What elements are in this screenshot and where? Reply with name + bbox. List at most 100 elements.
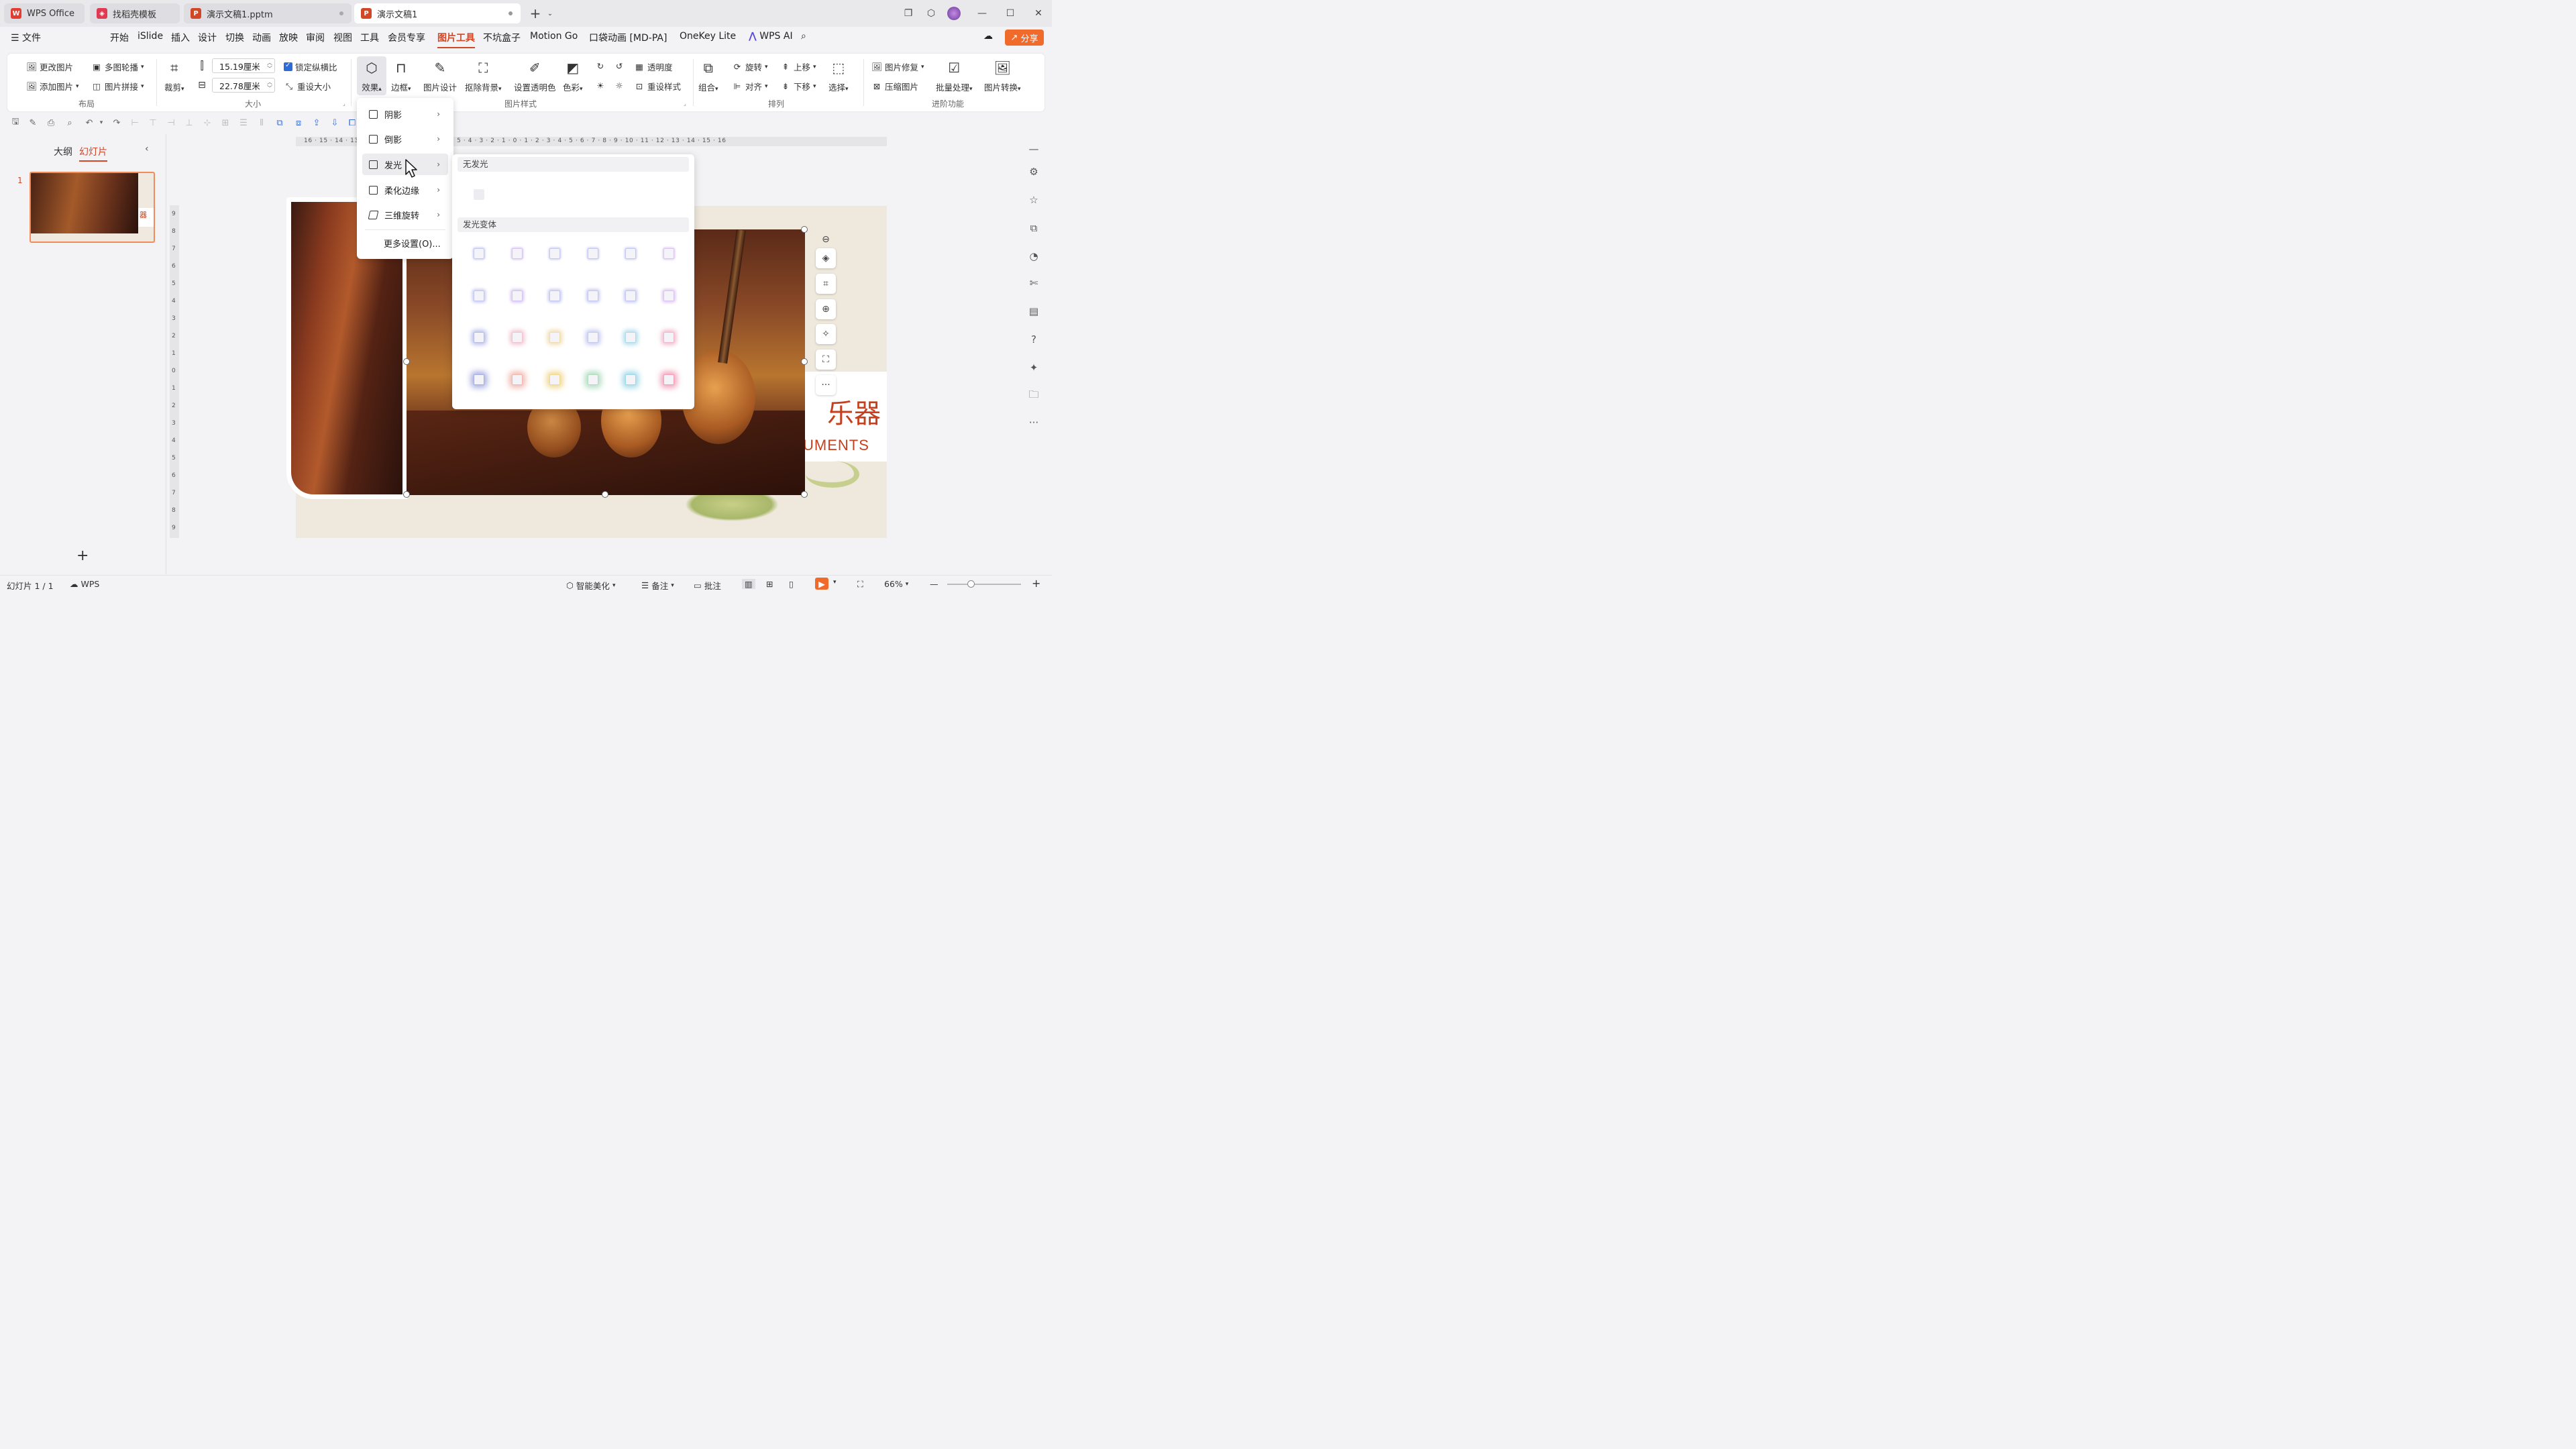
glow-variant-option[interactable] bbox=[511, 332, 523, 343]
share-button[interactable]: ↗ 分享 bbox=[1005, 30, 1044, 46]
align-middle-icon[interactable]: ⊞ bbox=[219, 117, 231, 129]
picture-design-button[interactable]: ✎ 图片设计 bbox=[423, 59, 457, 93]
glow-variant-option[interactable] bbox=[474, 374, 484, 385]
glow-variant-option[interactable] bbox=[587, 290, 598, 301]
menu-pocket-animation[interactable]: 口袋动画 [MD-PA] bbox=[589, 31, 667, 44]
dialog-launcher-icon[interactable]: ⌟ bbox=[343, 101, 345, 107]
book-icon[interactable]: ▤ bbox=[1027, 305, 1040, 318]
batch-process-button[interactable]: ☑ 批量处理▾ bbox=[936, 59, 973, 93]
menu-insert[interactable]: 插入 bbox=[171, 31, 190, 44]
menu-home[interactable]: 开始 bbox=[110, 31, 129, 44]
picture-repair-button[interactable]: 🖼 图片修复 ▾ bbox=[871, 60, 924, 73]
no-glow-option[interactable] bbox=[474, 189, 484, 200]
more-icon[interactable]: ··· bbox=[1027, 416, 1040, 429]
lock-ratio-checkbox[interactable]: 锁定纵横比 bbox=[284, 60, 337, 73]
window-layout-icon[interactable]: ❐ bbox=[900, 5, 916, 21]
menu-view[interactable]: 视图 bbox=[333, 31, 352, 44]
ungroup-objects-icon[interactable]: ⧈ bbox=[292, 117, 305, 129]
rotate-left-icon[interactable]: ↺ bbox=[614, 60, 625, 71]
combine-button[interactable]: ⧉ 组合▾ bbox=[698, 59, 718, 93]
settings-sliders-icon[interactable]: ⚙ bbox=[1027, 165, 1040, 178]
zoom-in-icon[interactable]: ⊕ bbox=[816, 299, 836, 319]
fit-window-icon[interactable]: ⛶ bbox=[857, 579, 863, 590]
resize-handle[interactable] bbox=[801, 491, 808, 498]
glow-variant-option[interactable] bbox=[549, 374, 560, 385]
glow-variant-option[interactable] bbox=[549, 248, 560, 259]
align-left-icon[interactable]: ⊢ bbox=[129, 117, 141, 129]
align-right-icon[interactable]: ⊣ bbox=[165, 117, 177, 129]
slide-thumbnail[interactable]: 器 bbox=[30, 172, 155, 243]
chevron-down-icon[interactable]: ▾ bbox=[833, 579, 837, 586]
menu-animation[interactable]: 动画 bbox=[252, 31, 271, 44]
move-down-button[interactable]: ⇟ 下移 ▾ bbox=[780, 80, 816, 93]
minimize-panel-icon[interactable]: — bbox=[1027, 142, 1040, 156]
zoom-in-icon[interactable]: + bbox=[1032, 577, 1040, 590]
new-tab-icon[interactable]: + bbox=[527, 5, 543, 21]
align-top-icon[interactable]: ⊤ bbox=[147, 117, 159, 129]
crop-button[interactable]: ⌗ 裁剪▾ bbox=[164, 59, 184, 93]
menu-picture-tools[interactable]: 图片工具 bbox=[437, 31, 475, 48]
zoom-slider[interactable] bbox=[947, 580, 1021, 588]
send-to-back-icon[interactable]: ⇩ bbox=[329, 117, 341, 129]
star-icon[interactable]: ☆ bbox=[1027, 193, 1040, 207]
reset-style-button[interactable]: ⊡ 重设样式 bbox=[634, 80, 681, 93]
width-field[interactable]: 15.19厘米 ︿ ﹀ bbox=[212, 58, 275, 73]
glow-variant-option[interactable] bbox=[625, 374, 636, 385]
menu-islide[interactable]: iSlide bbox=[138, 31, 163, 42]
reading-view-icon[interactable]: ▯ bbox=[789, 579, 794, 589]
help-icon[interactable]: ? bbox=[1027, 333, 1040, 346]
print-preview-icon[interactable]: ⌕ bbox=[64, 117, 76, 129]
glow-variant-option[interactable] bbox=[625, 248, 636, 259]
picture-convert-button[interactable]: 🖼 图片转换▾ bbox=[984, 59, 1021, 93]
folder-icon[interactable]: 🗀 bbox=[1027, 388, 1040, 402]
move-up-button[interactable]: ⇞ 上移 ▾ bbox=[780, 60, 816, 73]
redo-icon[interactable]: ↷ bbox=[111, 117, 123, 129]
cloud-sync-icon[interactable]: ☁ bbox=[983, 31, 993, 42]
multi-carousel-button[interactable]: ▣ 多图轮播 ▾ bbox=[91, 60, 144, 73]
undo-icon[interactable]: ↶ bbox=[83, 117, 95, 129]
play-slideshow-icon[interactable]: ▶ bbox=[815, 578, 828, 590]
bring-to-front-icon[interactable]: ⇪ bbox=[311, 117, 323, 129]
color-button[interactable]: ◩ 色彩▾ bbox=[563, 59, 583, 93]
reset-size-button[interactable]: ⤡ 重设大小 bbox=[284, 80, 331, 93]
effect-3d-rotation-item[interactable]: 三维旋转 › bbox=[362, 204, 448, 225]
cube-icon[interactable]: ⬡ bbox=[923, 5, 939, 21]
crop-icon[interactable]: ⌗ bbox=[816, 274, 836, 294]
menu-wps-ai[interactable]: ⋀ WPS AI bbox=[749, 31, 793, 42]
copy-icon[interactable]: ⧉ bbox=[1027, 221, 1040, 235]
magic-edit-icon[interactable]: ✧ bbox=[816, 324, 836, 344]
collapse-icon[interactable]: ⊖ bbox=[816, 229, 836, 250]
glow-variant-option[interactable] bbox=[474, 290, 484, 301]
menu-tools[interactable]: 工具 bbox=[360, 31, 379, 44]
glow-variant-option[interactable] bbox=[625, 332, 636, 343]
tab-slides[interactable]: 幻灯片 bbox=[79, 145, 107, 162]
close-icon[interactable]: ✕ bbox=[1030, 5, 1046, 21]
dialog-launcher-icon[interactable]: ⌟ bbox=[684, 101, 686, 107]
glow-variant-option[interactable] bbox=[511, 248, 523, 259]
brightness-up-icon[interactable]: ☀ bbox=[595, 80, 606, 91]
effect-soft-edges-item[interactable]: 柔化边缘 › bbox=[362, 179, 448, 201]
collapse-panel-icon[interactable]: ‹ bbox=[145, 144, 149, 154]
chart-icon[interactable]: ◔ bbox=[1027, 250, 1040, 263]
change-picture-button[interactable]: 🖼 更改图片 bbox=[26, 60, 73, 73]
minimize-icon[interactable]: — bbox=[974, 5, 990, 21]
compress-picture-button[interactable]: ⊠ 压缩图片 bbox=[871, 80, 918, 93]
menu-motion-go[interactable]: Motion Go bbox=[530, 31, 578, 42]
file-menu[interactable]: ☰ 文件 bbox=[11, 31, 41, 44]
glow-variant-option[interactable] bbox=[663, 290, 674, 301]
zoom-out-icon[interactable]: — bbox=[930, 579, 938, 589]
effect-reflection-item[interactable]: 倒影 › bbox=[362, 128, 448, 150]
rotate-right-icon[interactable]: ↻ bbox=[595, 60, 606, 71]
border-button[interactable]: ⊓ 边框▾ bbox=[391, 59, 411, 93]
chevron-down-icon[interactable]: ▾ bbox=[95, 117, 107, 129]
menu-design[interactable]: 设计 bbox=[198, 31, 217, 44]
resize-handle[interactable] bbox=[403, 491, 410, 498]
maximize-icon[interactable]: ☐ bbox=[1002, 5, 1018, 21]
tab-current-presentation[interactable]: P 演示文稿1 bbox=[354, 3, 521, 23]
effects-button[interactable]: ⬡ 效果▴ bbox=[357, 56, 386, 95]
search-icon[interactable]: ⌕ bbox=[801, 31, 806, 42]
remove-background-button[interactable]: ⛶ 抠除背景▾ bbox=[465, 59, 502, 93]
glow-variant-option[interactable] bbox=[511, 290, 523, 301]
normal-view-icon[interactable]: ▥ bbox=[742, 579, 755, 589]
menu-member[interactable]: 会员专享 bbox=[388, 31, 425, 44]
